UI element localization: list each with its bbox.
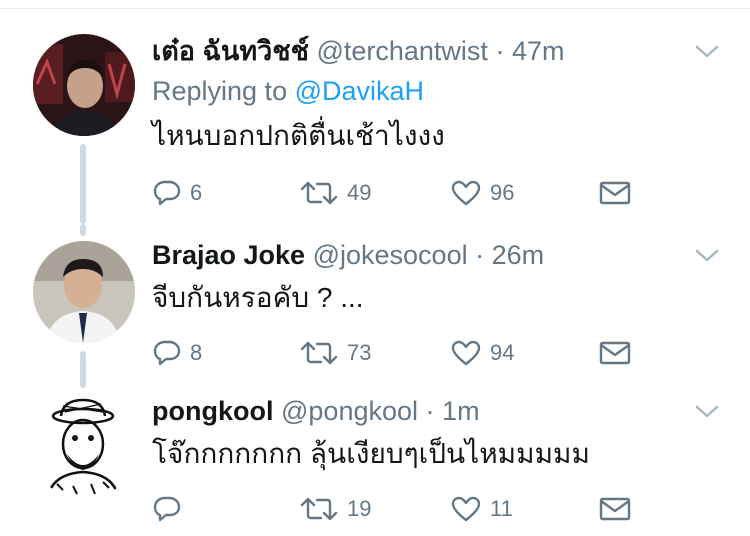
thread-line	[80, 224, 86, 236]
reply-button[interactable]: 8	[152, 336, 202, 370]
reply-button[interactable]: 6	[152, 176, 202, 210]
direct-message-button[interactable]	[598, 336, 632, 370]
retweet-count: 19	[347, 496, 372, 521]
separator: ·	[425, 396, 435, 426]
chevron-down-icon[interactable]	[692, 246, 722, 266]
username[interactable]: @terchantwist	[316, 36, 487, 66]
avatar[interactable]	[33, 34, 135, 136]
reply-icon	[153, 180, 181, 206]
envelope-icon	[599, 181, 631, 205]
retweet-icon	[300, 341, 338, 365]
chevron-down-icon[interactable]	[692, 42, 722, 62]
reply-icon	[153, 496, 181, 522]
username[interactable]: @jokesocool	[313, 240, 468, 270]
tweet-3[interactable]: pongkool @pongkool · 1m โจ๊กกกกกกก ลุ้นเ…	[0, 394, 750, 536]
heart-icon	[451, 180, 481, 206]
tweet-header: pongkool @pongkool · 1m	[152, 394, 480, 428]
chevron-down-icon[interactable]	[692, 402, 722, 422]
tweet-actions: 19 11	[152, 492, 642, 526]
reply-icon	[153, 340, 181, 366]
username[interactable]: @pongkool	[281, 396, 418, 426]
heart-icon	[451, 496, 481, 522]
display-name[interactable]: เต๋อ ฉันทวิชช์	[152, 36, 309, 66]
display-name[interactable]: pongkool	[152, 396, 273, 426]
tweet-header: เต๋อ ฉันทวิชช์ @terchantwist · 47m	[152, 34, 564, 68]
top-divider	[0, 0, 750, 9]
retweet-icon	[300, 181, 338, 205]
tweet-actions: 8 73 94	[152, 336, 642, 370]
tweet-text: โจ๊กกกกกกก ลุ้นเงียบๆเป็นไหมมมมม	[152, 438, 590, 469]
like-count: 94	[490, 340, 515, 365]
reply-count: 8	[190, 340, 203, 365]
avatar[interactable]	[33, 398, 135, 500]
tweet-2[interactable]: Brajao Joke @jokesocool · 26m จีบกันหรอค…	[0, 224, 750, 388]
mention-link[interactable]: @DavikaH	[295, 76, 424, 106]
like-button[interactable]: 11	[450, 492, 513, 526]
replying-to-label: Replying to	[152, 76, 288, 106]
reply-count: 6	[190, 180, 203, 205]
direct-message-button[interactable]	[598, 176, 632, 210]
display-name[interactable]: Brajao Joke	[152, 240, 305, 270]
retweet-count: 49	[347, 180, 372, 205]
timestamp[interactable]: 1m	[442, 396, 480, 426]
like-count: 11	[490, 496, 513, 521]
thread-line	[80, 144, 86, 224]
tweet-text: จีบกันหรอคับ ? ...	[152, 282, 364, 313]
avatar[interactable]	[33, 241, 135, 343]
retweet-button[interactable]: 49	[299, 176, 371, 210]
heart-icon	[451, 340, 481, 366]
separator: ·	[475, 240, 485, 270]
retweet-icon	[300, 497, 338, 521]
replying-to: Replying to @DavikaH	[152, 74, 424, 108]
retweet-button[interactable]: 19	[299, 492, 371, 526]
envelope-icon	[599, 497, 631, 521]
envelope-icon	[599, 341, 631, 365]
thread-line	[80, 351, 86, 388]
retweet-count: 73	[347, 340, 372, 365]
timestamp[interactable]: 47m	[512, 36, 565, 66]
tweet-text: ไหนบอกปกติตื่นเช้าไงงง	[152, 120, 445, 151]
reply-button[interactable]	[152, 492, 190, 526]
like-button[interactable]: 96	[450, 176, 514, 210]
tweet-1[interactable]: เต๋อ ฉันทวิชช์ @terchantwist · 47m Reply…	[0, 34, 750, 224]
like-button[interactable]: 94	[450, 336, 514, 370]
direct-message-button[interactable]	[598, 492, 632, 526]
tweet-actions: 6 49 96	[152, 176, 642, 210]
separator: ·	[495, 36, 505, 66]
timestamp[interactable]: 26m	[492, 240, 545, 270]
tweet-header: Brajao Joke @jokesocool · 26m	[152, 238, 544, 272]
retweet-button[interactable]: 73	[299, 336, 371, 370]
like-count: 96	[490, 180, 515, 205]
